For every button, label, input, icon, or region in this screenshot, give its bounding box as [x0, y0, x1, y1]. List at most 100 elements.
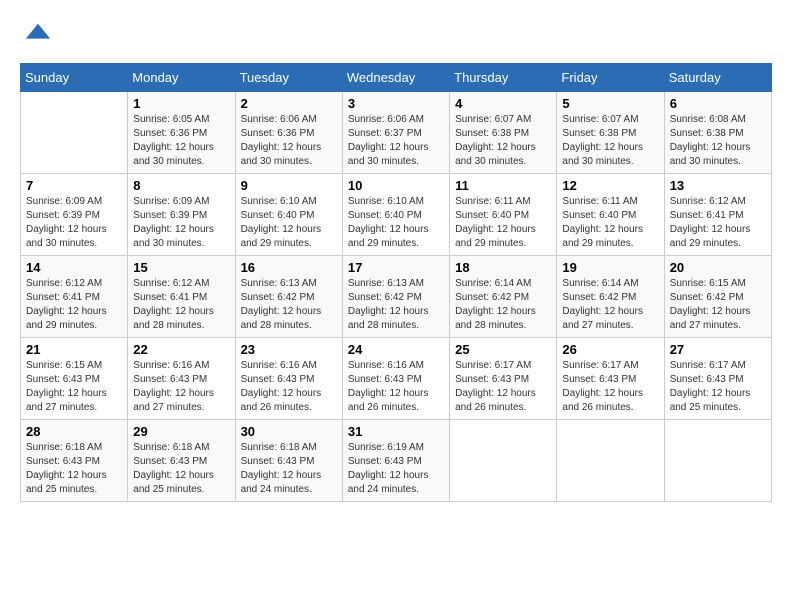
- daylight-text: Daylight: 12 hours and 25 minutes.: [26, 469, 122, 497]
- sunset-text: Sunset: 6:41 PM: [133, 291, 229, 305]
- daylight-text: Daylight: 12 hours and 25 minutes.: [133, 469, 229, 497]
- day-number: 20: [670, 260, 766, 275]
- daylight-text: Daylight: 12 hours and 26 minutes.: [241, 387, 337, 415]
- calendar-cell: [557, 420, 664, 502]
- sunrise-text: Sunrise: 6:12 AM: [26, 277, 122, 291]
- daylight-text: Daylight: 12 hours and 30 minutes.: [241, 141, 337, 169]
- sunset-text: Sunset: 6:38 PM: [562, 127, 658, 141]
- daylight-text: Daylight: 12 hours and 29 minutes.: [670, 223, 766, 251]
- daylight-text: Daylight: 12 hours and 29 minutes.: [26, 305, 122, 333]
- day-info: Sunrise: 6:18 AMSunset: 6:43 PMDaylight:…: [241, 441, 337, 497]
- sunset-text: Sunset: 6:40 PM: [348, 209, 444, 223]
- sunset-text: Sunset: 6:39 PM: [26, 209, 122, 223]
- sunset-text: Sunset: 6:43 PM: [348, 373, 444, 387]
- sunrise-text: Sunrise: 6:15 AM: [670, 277, 766, 291]
- sunset-text: Sunset: 6:43 PM: [133, 373, 229, 387]
- sunrise-text: Sunrise: 6:07 AM: [562, 113, 658, 127]
- day-number: 22: [133, 342, 229, 357]
- sunset-text: Sunset: 6:37 PM: [348, 127, 444, 141]
- day-info: Sunrise: 6:13 AMSunset: 6:42 PMDaylight:…: [348, 277, 444, 333]
- daylight-text: Daylight: 12 hours and 24 minutes.: [348, 469, 444, 497]
- day-info: Sunrise: 6:12 AMSunset: 6:41 PMDaylight:…: [670, 195, 766, 251]
- weekday-header-row: SundayMondayTuesdayWednesdayThursdayFrid…: [21, 64, 772, 92]
- daylight-text: Daylight: 12 hours and 26 minutes.: [455, 387, 551, 415]
- sunset-text: Sunset: 6:38 PM: [670, 127, 766, 141]
- sunrise-text: Sunrise: 6:18 AM: [241, 441, 337, 455]
- day-number: 12: [562, 178, 658, 193]
- sunrise-text: Sunrise: 6:06 AM: [241, 113, 337, 127]
- sunset-text: Sunset: 6:36 PM: [133, 127, 229, 141]
- sunrise-text: Sunrise: 6:09 AM: [26, 195, 122, 209]
- day-info: Sunrise: 6:18 AMSunset: 6:43 PMDaylight:…: [133, 441, 229, 497]
- sunrise-text: Sunrise: 6:18 AM: [26, 441, 122, 455]
- calendar-cell: 26 Sunrise: 6:17 AMSunset: 6:43 PMDayligh…: [557, 338, 664, 420]
- calendar-cell: 12Sunrise: 6:11 AMSunset: 6:40 PMDayligh…: [557, 174, 664, 256]
- day-number: 2: [241, 96, 337, 111]
- day-number: 9: [241, 178, 337, 193]
- sunset-text: Sunset: 6:40 PM: [455, 209, 551, 223]
- day-info: Sunrise: 6:11 AMSunset: 6:40 PMDaylight:…: [455, 195, 551, 251]
- sunset-text: Sunset: 6:43 PM: [348, 455, 444, 469]
- sunset-text: Sunset: 6:42 PM: [670, 291, 766, 305]
- sunrise-text: Sunrise: 6:07 AM: [455, 113, 551, 127]
- daylight-text: Daylight: 12 hours and 30 minutes.: [562, 141, 658, 169]
- sunrise-text: Sunrise: 6:11 AM: [562, 195, 658, 209]
- weekday-header-saturday: Saturday: [664, 64, 771, 92]
- sunset-text: Sunset: 6:39 PM: [133, 209, 229, 223]
- weekday-header-tuesday: Tuesday: [235, 64, 342, 92]
- calendar-week-3: 14 Sunrise: 6:12 AM Sunset: 6:41 PM Dayligh…: [21, 256, 772, 338]
- day-number: 4: [455, 96, 551, 111]
- calendar-cell: 7Sunrise: 6:09 AMSunset: 6:39 PMDaylight…: [21, 174, 128, 256]
- day-number: 25: [455, 342, 551, 357]
- day-info: Sunrise: 6:17 AMSunset: 6:43 PMDaylight:…: [562, 359, 658, 415]
- calendar-cell: 28Sunrise: 6:18 AMSunset: 6:43 PMDayligh…: [21, 420, 128, 502]
- day-info: Sunrise: 6:15 AMSunset: 6:42 PMDaylight:…: [670, 277, 766, 333]
- day-number: 14: [26, 260, 122, 275]
- day-number: 6: [670, 96, 766, 111]
- calendar-cell: 3Sunrise: 6:06 AMSunset: 6:37 PMDaylight…: [342, 92, 449, 174]
- sunrise-text: Sunrise: 6:10 AM: [241, 195, 337, 209]
- daylight-text: Daylight: 12 hours and 27 minutes.: [26, 387, 122, 415]
- sunset-text: Sunset: 6:42 PM: [348, 291, 444, 305]
- calendar-cell: 22Sunrise: 6:16 AMSunset: 6:43 PMDayligh…: [128, 338, 235, 420]
- day-number: 21: [26, 342, 122, 357]
- day-info: Sunrise: 6:09 AMSunset: 6:39 PMDaylight:…: [26, 195, 122, 251]
- daylight-text: Daylight: 12 hours and 30 minutes.: [348, 141, 444, 169]
- daylight-text: Daylight: 12 hours and 26 minutes.: [562, 387, 658, 415]
- sunset-text: Sunset: 6:43 PM: [241, 373, 337, 387]
- sunset-text: Sunset: 6:43 PM: [26, 455, 122, 469]
- day-number: 17: [348, 260, 444, 275]
- sunset-text: Sunset: 6:43 PM: [562, 373, 658, 387]
- daylight-text: Daylight: 12 hours and 26 minutes.: [348, 387, 444, 415]
- weekday-header-wednesday: Wednesday: [342, 64, 449, 92]
- sunrise-text: Sunrise: 6:17 AM: [562, 359, 658, 373]
- day-number: 15: [133, 260, 229, 275]
- day-number: 11: [455, 178, 551, 193]
- day-info: Sunrise: 6:10 AMSunset: 6:40 PMDaylight:…: [241, 195, 337, 251]
- daylight-text: Daylight: 12 hours and 30 minutes.: [133, 141, 229, 169]
- day-info: Sunrise: 6:09 AMSunset: 6:39 PMDaylight:…: [133, 195, 229, 251]
- sunrise-text: Sunrise: 6:15 AM: [26, 359, 122, 373]
- calendar-cell: 18Sunrise: 6:14 AMSunset: 6:42 PMDayligh…: [450, 256, 557, 338]
- sunrise-text: Sunrise: 6:10 AM: [348, 195, 444, 209]
- day-number: 16: [241, 260, 337, 275]
- day-info: Sunrise: 6:14 AMSunset: 6:42 PMDaylight:…: [455, 277, 551, 333]
- calendar-cell: 30Sunrise: 6:18 AMSunset: 6:43 PMDayligh…: [235, 420, 342, 502]
- sunrise-text: Sunrise: 6:14 AM: [562, 277, 658, 291]
- sunrise-text: Sunrise: 6:08 AM: [670, 113, 766, 127]
- day-number: 26: [562, 342, 658, 357]
- day-number: 24: [348, 342, 444, 357]
- daylight-text: Daylight: 12 hours and 30 minutes.: [133, 223, 229, 251]
- calendar-cell: 24Sunrise: 6:16 AMSunset: 6:43 PMDayligh…: [342, 338, 449, 420]
- sunset-text: Sunset: 6:40 PM: [241, 209, 337, 223]
- weekday-header-sunday: Sunday: [21, 64, 128, 92]
- day-info: Sunrise: 6:17 AMSunset: 6:43 PMDaylight:…: [670, 359, 766, 415]
- daylight-text: Daylight: 12 hours and 28 minutes.: [348, 305, 444, 333]
- day-number: 31: [348, 424, 444, 439]
- sunrise-text: Sunrise: 6:19 AM: [348, 441, 444, 455]
- calendar-cell: 10Sunrise: 6:10 AMSunset: 6:40 PMDayligh…: [342, 174, 449, 256]
- daylight-text: Daylight: 12 hours and 27 minutes.: [670, 305, 766, 333]
- daylight-text: Daylight: 12 hours and 29 minutes.: [455, 223, 551, 251]
- calendar-cell: 15Sunrise: 6:12 AMSunset: 6:41 PMDayligh…: [128, 256, 235, 338]
- calendar-cell: [664, 420, 771, 502]
